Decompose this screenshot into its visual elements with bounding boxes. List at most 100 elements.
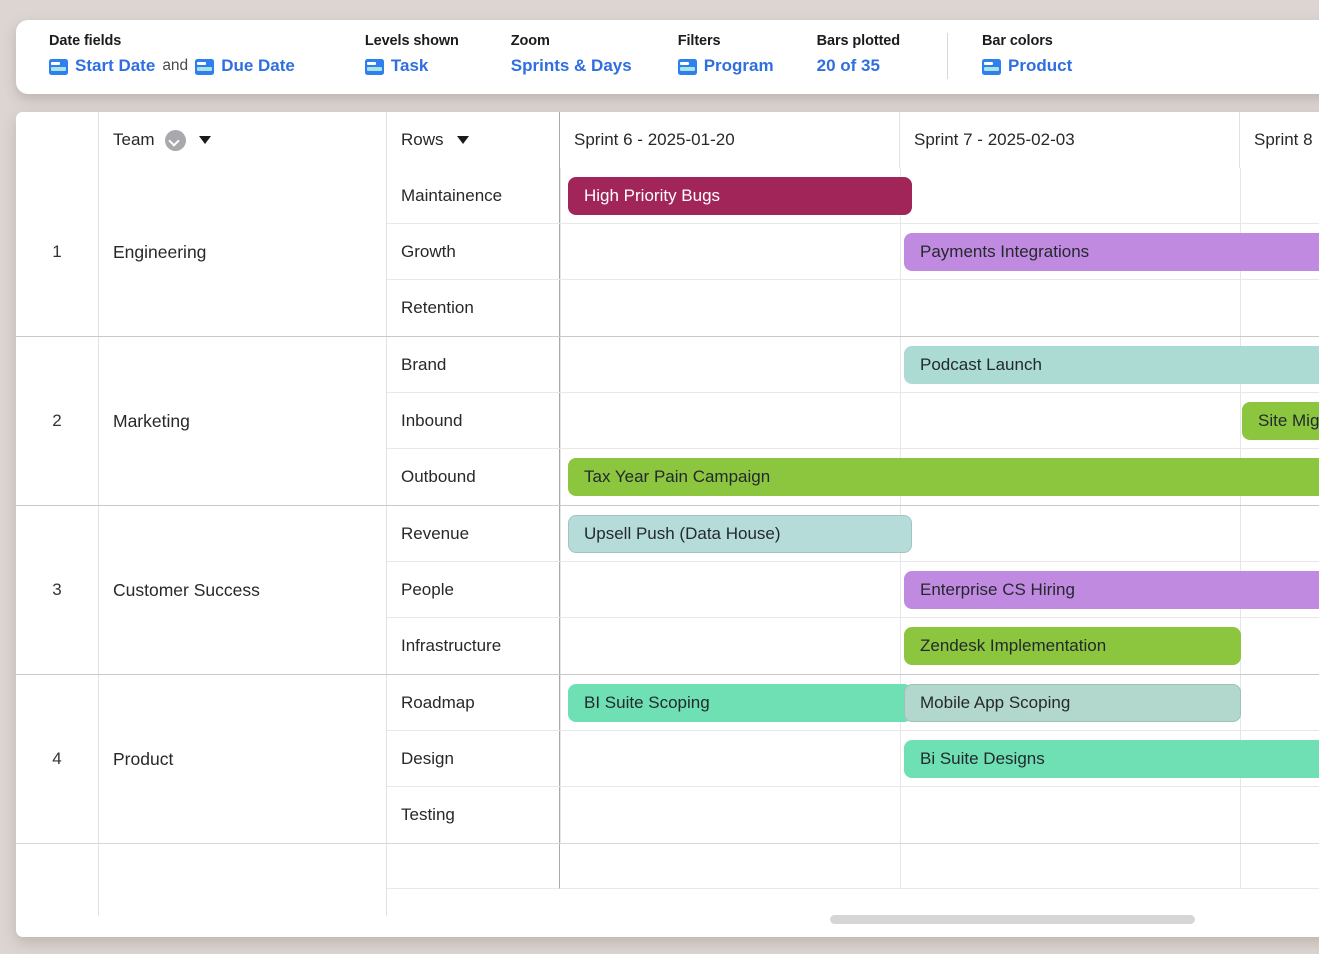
filters-link[interactable]: Program [704,54,774,78]
start-date-field-link[interactable]: Start Date [75,54,155,78]
subrow-group: Revenue Upsell Push (Data House) People Ent… [387,506,1319,674]
team-name-cell[interactable]: Customer Success [99,506,387,674]
lane-gridlines [560,844,1319,888]
subrow-group: Brand Podcast Launch Inbound Site Mig Outbou… [387,337,1319,505]
list-item: People Enterprise CS Hiring [387,562,1319,618]
list-item: Infrastructure Zendesk Implementation [387,618,1319,674]
toolbar-group-zoom: Zoom Sprints & Days [459,31,632,78]
list-item: Inbound Site Mig [387,393,1319,449]
header-cell-sprint[interactable]: Sprint 7 - 2025-02-03 [900,112,1240,168]
lane-gridlines [560,787,1319,843]
gantt-bar[interactable]: Enterprise CS Hiring [904,571,1319,609]
toolbar-group-filters: Filters Program [632,31,774,78]
gantt-bar[interactable]: Podcast Launch [904,346,1319,384]
horizontal-scrollbar[interactable] [16,913,1319,925]
row-category-cell[interactable]: People [387,562,560,617]
header-cell-sprint[interactable]: Sprint 6 - 2025-01-20 [560,112,900,168]
header-cell-index [16,112,99,168]
toolbar-group-bars-plotted: Bars plotted 20 of 35 [774,31,901,78]
toolbar-group-value: Sprints & Days [511,54,632,78]
date-field-icon [677,59,697,75]
row-category-cell[interactable]: Maintainence [387,168,560,223]
team-name-cell[interactable]: Engineering [99,168,387,336]
timeline-lane: Upsell Push (Data House) [560,506,1319,561]
row-category-cell[interactable]: Growth [387,224,560,279]
header-cell-sprint[interactable]: Sprint 8 [1240,112,1319,168]
zoom-level-link[interactable]: Sprints & Days [511,54,632,78]
lane-gridlines [560,280,1319,336]
sprint-column-label: Sprint 8 [1254,130,1313,149]
gantt-bar[interactable]: BI Suite Scoping [568,684,912,722]
gantt-bar[interactable]: Site Mig [1242,402,1319,440]
gantt-bar[interactable]: Upsell Push (Data House) [568,515,912,553]
header-cell-rows[interactable]: Rows [387,112,560,168]
row-category-cell[interactable]: Infrastructure [387,618,560,674]
subrow-group: Maintainence High Priority Bugs Growth Paym… [387,168,1319,336]
timeline-lane: Bi Suite Designs [560,731,1319,786]
bars-plotted-count[interactable]: 20 of 35 [817,54,880,78]
toolbar-group-label: Bars plotted [816,33,901,49]
row-index [16,844,99,916]
row-category-cell[interactable]: Brand [387,337,560,392]
date-field-icon [364,59,384,75]
list-item: Testing [387,787,1319,843]
gantt-bar[interactable]: Zendesk Implementation [904,627,1241,665]
toolbar-group-value: Start Date and Due Date [49,54,295,78]
chart-settings-toolbar: Date fields Start Date and Due Date Leve… [16,20,1319,94]
row-category-cell[interactable]: Roadmap [387,675,560,730]
gantt-bar[interactable]: High Priority Bugs [568,177,912,215]
table-row: 2 Marketing Brand Podcast Launch Inbound Site… [16,337,1319,506]
toolbar-group-value: Program [677,54,774,78]
gantt-bar[interactable]: Mobile App Scoping [904,684,1241,722]
toolbar-group-label: Bar colors [982,33,1053,49]
header-team-label: Team [113,130,155,149]
list-item: Design Bi Suite Designs [387,731,1319,787]
row-category-cell[interactable]: Retention [387,280,560,336]
row-index: 4 [16,675,99,843]
table-row: 4 Product Roadmap BI Suite Scoping Mobile Ap… [16,675,1319,844]
timeline-lane: Tax Year Pain Campaign [560,449,1319,505]
toolbar-group-label: Filters [677,33,721,49]
row-category-cell[interactable]: Testing [387,787,560,843]
toolbar-group-label: Date fields [49,33,122,49]
horizontal-scrollbar-thumb[interactable] [830,915,1195,924]
header-cell-team[interactable]: Team [99,112,387,168]
gantt-grid: Team Rows Sprint 6 - 2025-01-20 Sprint 7 - … [16,112,1319,916]
gantt-bar[interactable]: Bi Suite Designs [904,740,1319,778]
row-category-cell[interactable]: Revenue [387,506,560,561]
gantt-bar[interactable]: Payments Integrations [904,233,1319,271]
chevron-down-circle-icon[interactable] [164,129,186,151]
triangle-down-icon[interactable] [198,136,211,144]
levels-shown-link[interactable]: Task [391,54,429,78]
due-date-field-link[interactable]: Due Date [221,54,295,78]
gantt-timeline-screen: Date fields Start Date and Due Date Leve… [0,0,1319,954]
toolbar-group-label: Levels shown [364,33,459,49]
list-item: Roadmap BI Suite Scoping Mobile App Scopin… [387,675,1319,731]
sprint-column-label: Sprint 6 - 2025-01-20 [574,130,735,149]
list-item: Retention [387,280,1319,336]
row-category-cell[interactable]: Inbound [387,393,560,448]
row-category-cell[interactable]: Outbound [387,449,560,505]
gantt-bar[interactable]: Tax Year Pain Campaign [568,458,1319,496]
row-category-cell [387,844,560,889]
triangle-down-icon[interactable] [456,136,469,144]
timeline-lane: High Priority Bugs [560,168,1319,223]
team-name-cell[interactable]: Marketing [99,337,387,505]
row-index: 1 [16,168,99,336]
row-category-cell[interactable]: Design [387,731,560,786]
timeline-lane: BI Suite Scoping Mobile App Scoping [560,675,1319,730]
toolbar-group-label: Zoom [510,33,550,49]
list-item: Brand Podcast Launch [387,337,1319,393]
toolbar-group-levels-shown: Levels shown Task [295,31,459,78]
timeline-lane: Site Mig [560,393,1319,448]
bar-colors-link[interactable]: Product [1008,54,1072,78]
table-row: 1 Engineering Maintainence High Priority Bu… [16,168,1319,337]
grid-header-row: Team Rows Sprint 6 - 2025-01-20 Sprint 7 - … [16,112,1319,168]
row-index: 2 [16,337,99,505]
timeline-lane [560,844,1319,889]
team-name-cell[interactable]: Product [99,675,387,843]
timeline-lane [560,787,1319,843]
date-field-icon [49,59,68,75]
date-field-icon [982,59,1002,75]
list-item: Outbound Tax Year Pain Campaign [387,449,1319,505]
